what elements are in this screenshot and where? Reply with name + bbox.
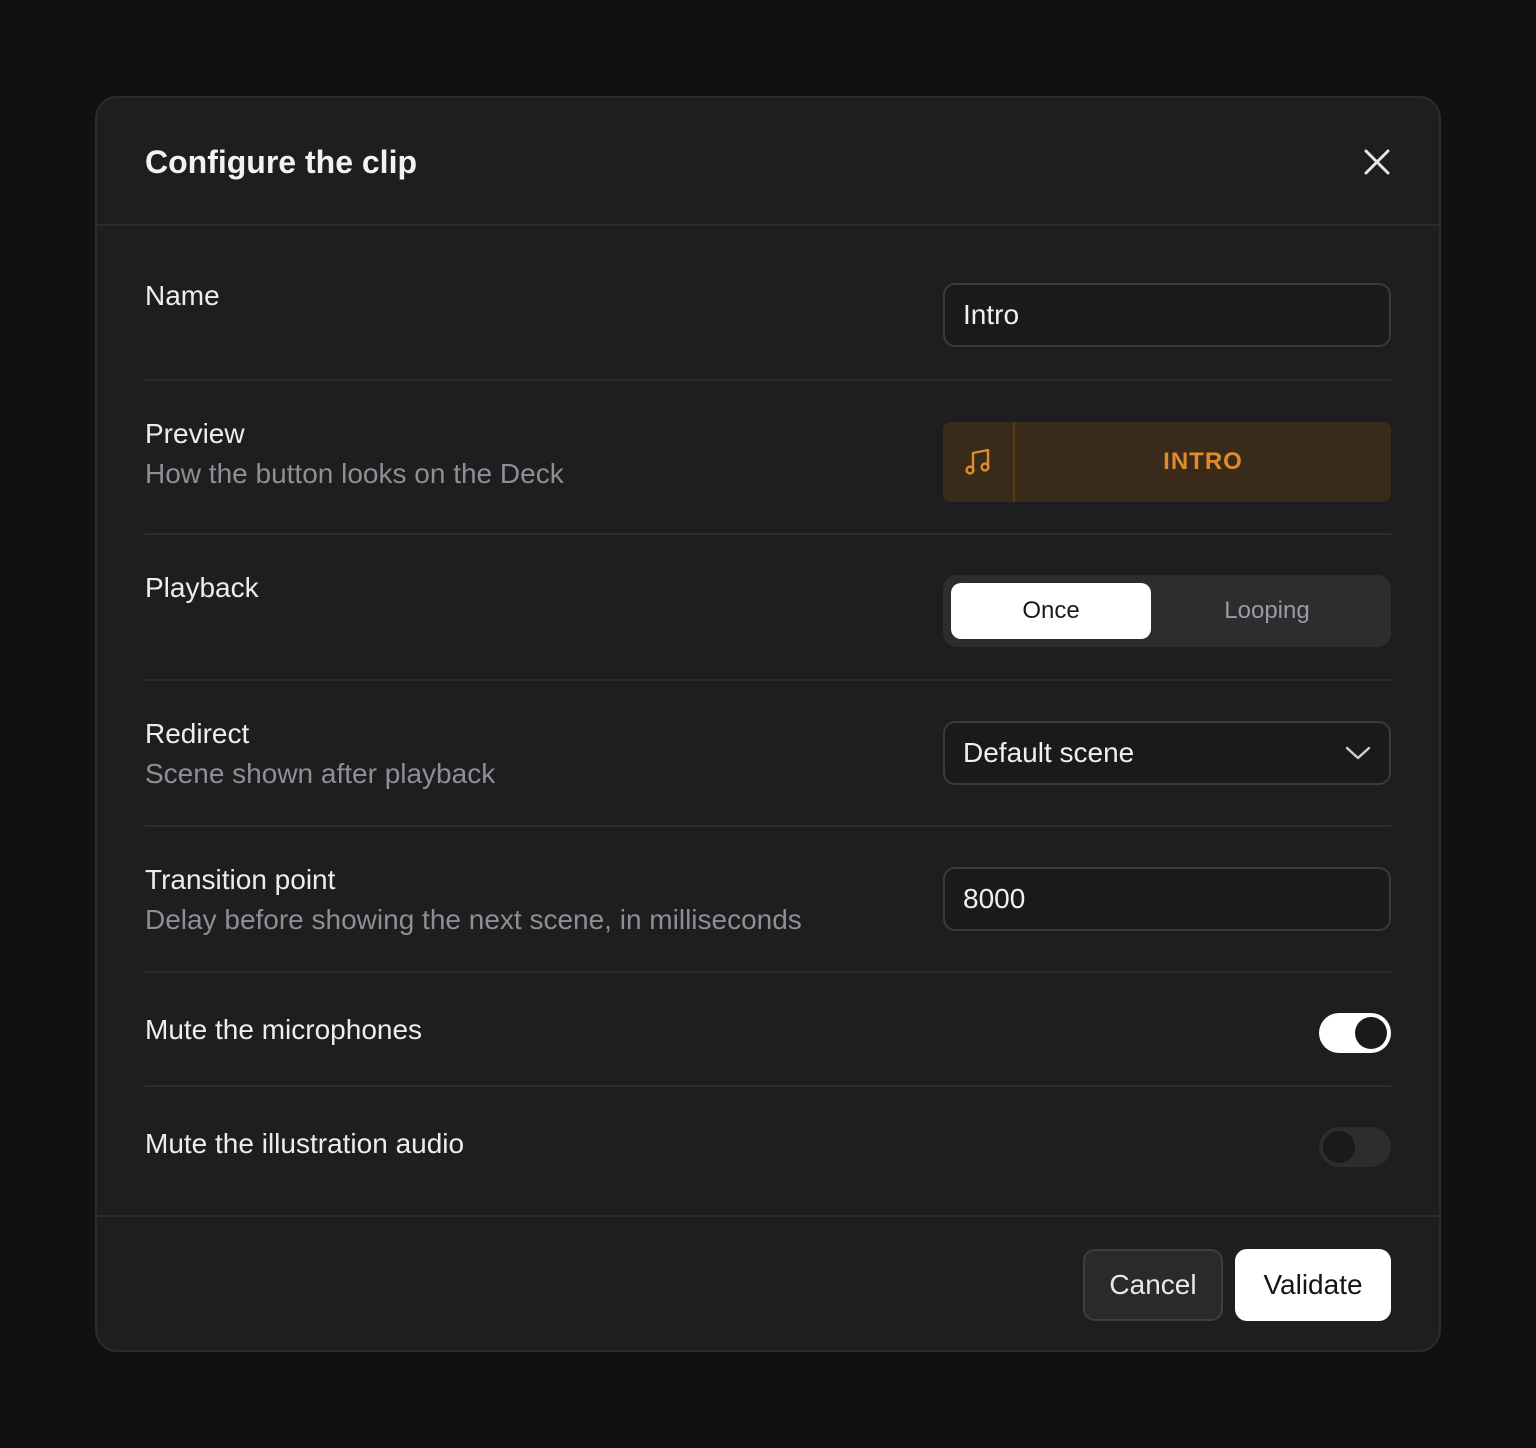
close-button[interactable] [1357, 142, 1397, 182]
mute-microphones-label: Mute the microphones [145, 1014, 423, 1045]
playback-label: Playback [145, 572, 259, 603]
playback-option-once[interactable]: Once [951, 583, 1151, 639]
preview-icon-cell [943, 422, 1015, 502]
redirect-row: Redirect Scene shown after playback Defa… [145, 681, 1391, 827]
transition-input[interactable]: 8000 [943, 867, 1391, 931]
mute-illustration-row: Mute the illustration audio [145, 1087, 1391, 1207]
toggle-knob [1323, 1131, 1355, 1163]
dialog-footer: Cancel Validate [97, 1215, 1439, 1352]
redirect-label: Redirect [145, 718, 250, 749]
redirect-select[interactable]: Default scene [943, 721, 1391, 785]
redirect-select-value: Default scene [963, 737, 1135, 768]
mute-illustration-label: Mute the illustration audio [145, 1128, 465, 1159]
chevron-down-icon [1345, 746, 1371, 760]
playback-option-looping[interactable]: Looping [1151, 583, 1383, 639]
name-row: Name Intro [145, 226, 1391, 381]
playback-row: Playback Once Looping [145, 535, 1391, 681]
preview-description: How the button looks on the Deck [145, 458, 564, 489]
preview-label: Preview [145, 418, 245, 449]
preview-row: Preview How the button looks on the Deck… [145, 381, 1391, 535]
mute-microphones-row: Mute the microphones [145, 973, 1391, 1087]
music-note-icon [965, 448, 990, 475]
transition-row: Transition point Delay before showing th… [145, 827, 1391, 973]
dialog-title: Configure the clip [145, 144, 417, 180]
transition-description: Delay before showing the next scene, in … [145, 904, 802, 935]
deck-button-preview: INTRO [943, 422, 1391, 502]
preview-button-label: INTRO [1163, 448, 1243, 475]
toggle-knob [1355, 1017, 1387, 1049]
mute-microphones-toggle[interactable] [1319, 1013, 1391, 1053]
dialog-header: Configure the clip [97, 98, 1439, 226]
name-input[interactable]: Intro [943, 283, 1391, 347]
mute-illustration-toggle[interactable] [1319, 1127, 1391, 1167]
dialog-body: Name Intro Preview How the button looks … [97, 226, 1439, 1207]
validate-button[interactable]: Validate [1235, 1249, 1391, 1321]
redirect-description: Scene shown after playback [145, 758, 496, 789]
transition-label: Transition point [145, 864, 336, 895]
close-icon [1364, 149, 1390, 175]
configure-clip-dialog: Configure the clip Name Intro Preview Ho… [95, 96, 1441, 1352]
playback-segmented-control: Once Looping [943, 575, 1391, 647]
cancel-button[interactable]: Cancel [1083, 1249, 1223, 1321]
name-label: Name [145, 280, 220, 311]
